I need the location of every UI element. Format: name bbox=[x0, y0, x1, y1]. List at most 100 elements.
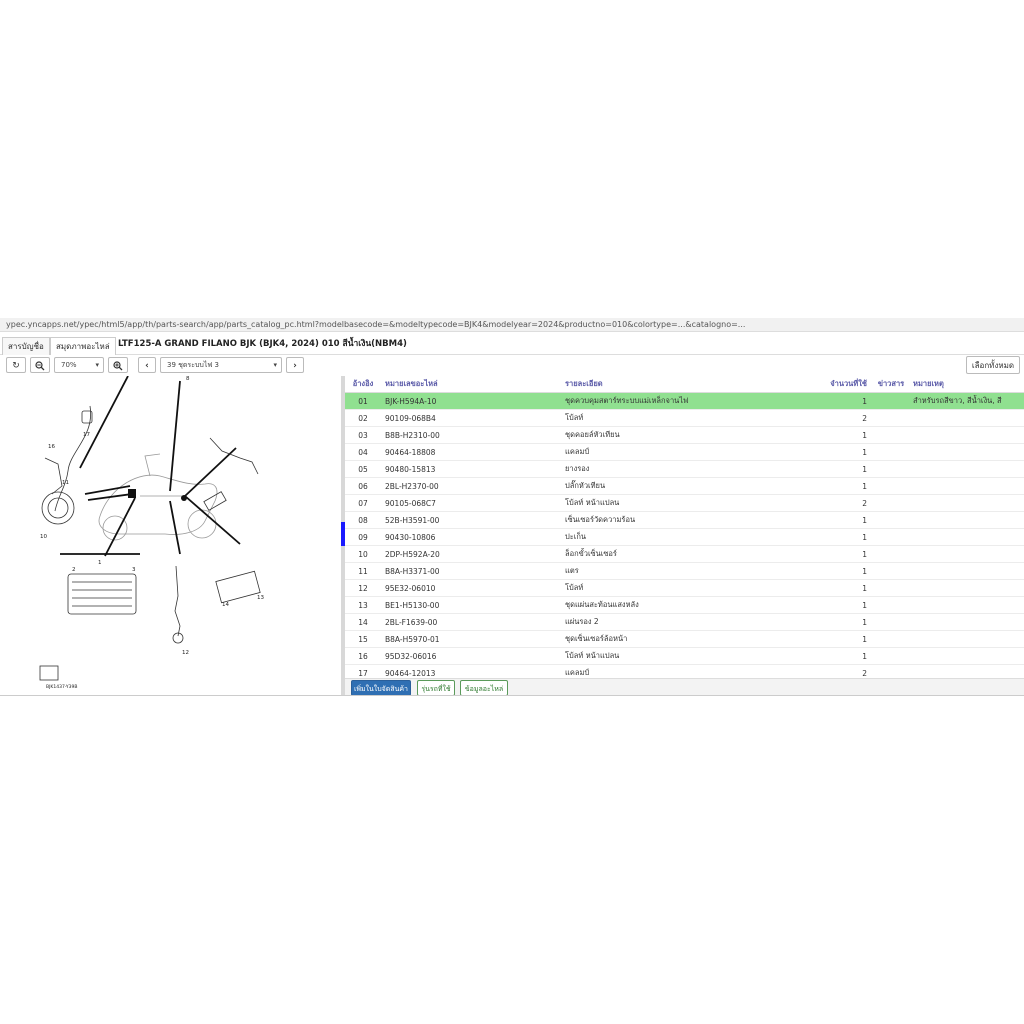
zoom-select[interactable]: 70% ▾ bbox=[54, 357, 104, 373]
cell-ref: 06 bbox=[345, 477, 381, 495]
cell-part-no: B8A-H3371-00 bbox=[381, 562, 564, 580]
cell-part-no: 2DP-H592A-20 bbox=[381, 545, 564, 563]
table-row[interactable]: 01 BJK-H594A-10 ชุดควบคุมสตาร์ทระบบแม่เหล็… bbox=[345, 392, 1024, 410]
callout-labels: 16 17 11 10 1 2 3 12 13 14 8 BJK1437-Y39… bbox=[40, 376, 264, 690]
cell-part-no: 2BL-H2370-00 bbox=[381, 477, 564, 495]
next-figure-button[interactable]: › bbox=[286, 357, 304, 373]
cell-news bbox=[871, 409, 911, 427]
cell-qty: 2 bbox=[826, 664, 871, 678]
cell-qty: 1 bbox=[826, 511, 871, 529]
table-row[interactable]: 05 90480-15813 ยางรอง 1 bbox=[345, 460, 1024, 478]
add-to-cart-label: เพิ่มในใบจัดสินค้า bbox=[353, 685, 408, 693]
add-to-cart-button[interactable]: เพิ่มในใบจัดสินค้า bbox=[351, 680, 411, 696]
cell-ref: 16 bbox=[345, 647, 381, 665]
cell-qty: 1 bbox=[826, 630, 871, 648]
toolbar: ↻ 70% ▾ ‹ 39 ชุดระบบไฟ 3 ▾ › เลือกทั้งหม… bbox=[0, 354, 1024, 376]
cell-news bbox=[871, 545, 911, 563]
cell-remark bbox=[911, 409, 1024, 427]
connector-node bbox=[128, 489, 136, 498]
cell-ref: 15 bbox=[345, 630, 381, 648]
zoom-level-value: 70% bbox=[61, 361, 77, 369]
cell-remark bbox=[911, 630, 1024, 648]
col-desc-header[interactable]: รายละเอียด bbox=[564, 376, 826, 393]
select-all-button[interactable]: เลือกทั้งหมด bbox=[966, 356, 1020, 374]
cell-news bbox=[871, 494, 911, 512]
parts-table-panel: อ้างอิง หมายเลขอะไหล่ รายละเอียด จำนวนที… bbox=[345, 376, 1024, 678]
tab-index[interactable]: สารบัญชื่อ bbox=[2, 337, 50, 355]
col-news-header[interactable]: ข่าวสาร bbox=[871, 376, 911, 393]
cell-desc: ยางรอง bbox=[564, 460, 826, 478]
table-row[interactable]: 10 2DP-H592A-20 ล็อกขั้วเซ็นเซอร์ 1 bbox=[345, 545, 1024, 563]
cell-qty: 1 bbox=[826, 392, 871, 410]
cell-desc: ชุดเซ็นเซอร์ล้อหน้า bbox=[564, 630, 826, 648]
cell-remark bbox=[911, 528, 1024, 546]
zoom-in-button[interactable] bbox=[108, 357, 128, 373]
refresh-button[interactable]: ↻ bbox=[6, 357, 26, 373]
table-row[interactable]: 03 B8B-H2310-00 ชุดคอยล์หัวเทียน 1 bbox=[345, 426, 1024, 444]
parts-diagram[interactable]: 16 17 11 10 1 2 3 12 13 14 8 BJK1437-Y39… bbox=[0, 375, 341, 696]
cell-qty: 1 bbox=[826, 426, 871, 444]
refresh-icon: ↻ bbox=[12, 361, 20, 371]
part-info-button[interactable]: ข้อมูลอะไหล่ bbox=[460, 680, 508, 696]
tab-parts-catalog[interactable]: สมุดภาพอะไหล่ bbox=[50, 337, 116, 355]
zoom-out-button[interactable] bbox=[30, 357, 50, 373]
col-remark-header[interactable]: หมายเหตุ bbox=[911, 376, 1024, 393]
cell-remark bbox=[911, 579, 1024, 597]
col-part-no-header[interactable]: หมายเลขอะไหล่ bbox=[381, 376, 564, 393]
cell-part-no: B8A-H5970-01 bbox=[381, 630, 564, 648]
cell-desc: ชุดแผ่นสะท้อนแสงหลัง bbox=[564, 596, 826, 614]
figure-select-value: 39 ชุดระบบไฟ 3 bbox=[167, 361, 219, 369]
table-row[interactable]: 09 90430-10806 ปะเก็น 1 bbox=[345, 528, 1024, 546]
table-row[interactable]: 12 95E32-06010 โบ้ลท์ 1 bbox=[345, 579, 1024, 597]
table-row[interactable]: 02 90109-068B4 โบ้ลท์ 2 bbox=[345, 409, 1024, 427]
cell-desc: ชุดคอยล์หัวเทียน bbox=[564, 426, 826, 444]
table-row[interactable]: 07 90105-068C7 โบ้ลท์ หน้าแปลน 2 bbox=[345, 494, 1024, 512]
cell-news bbox=[871, 647, 911, 665]
cell-ref: 14 bbox=[345, 613, 381, 631]
table-row[interactable]: 08 52B-H3591-00 เซ็นเซอร์วัดความร้อน 1 bbox=[345, 511, 1024, 529]
table-row[interactable]: 11 B8A-H3371-00 แตร 1 bbox=[345, 562, 1024, 580]
callout-label: 1 bbox=[98, 560, 102, 566]
cell-qty: 1 bbox=[826, 562, 871, 580]
table-header-row: อ้างอิง หมายเลขอะไหล่ รายละเอียด จำนวนที… bbox=[345, 376, 1024, 393]
cell-remark bbox=[911, 613, 1024, 631]
cell-ref: 10 bbox=[345, 545, 381, 563]
prev-figure-button[interactable]: ‹ bbox=[138, 357, 156, 373]
table-row[interactable]: 13 BE1-H5130-00 ชุดแผ่นสะท้อนแสงหลัง 1 bbox=[345, 596, 1024, 614]
figure-select[interactable]: 39 ชุดระบบไฟ 3 ▾ bbox=[160, 357, 282, 373]
part-info-label: ข้อมูลอะไหล่ bbox=[464, 685, 504, 693]
cell-desc: โบ้ลท์ bbox=[564, 409, 826, 427]
cell-remark: สำหรับรถสีขาว, สีน้ำเงิน, สี bbox=[911, 392, 1024, 410]
table-row[interactable]: 06 2BL-H2370-00 ปลั๊กหัวเทียน 1 bbox=[345, 477, 1024, 495]
table-row[interactable]: 04 90464-18808 แคลมป์ 1 bbox=[345, 443, 1024, 461]
cell-news bbox=[871, 477, 911, 495]
table-row[interactable]: 16 95D32-06016 โบ้ลท์ หน้าแปลน 1 bbox=[345, 647, 1024, 665]
cell-ref: 07 bbox=[345, 494, 381, 512]
action-bar: เพิ่มในใบจัดสินค้า รุ่นรถที่ใช้ ข้อมูลอะ… bbox=[345, 678, 1024, 696]
cell-news bbox=[871, 528, 911, 546]
cell-ref: 05 bbox=[345, 460, 381, 478]
callout-label: 2 bbox=[72, 567, 76, 573]
cell-ref: 13 bbox=[345, 596, 381, 614]
cell-part-no: 95D32-06016 bbox=[381, 647, 564, 665]
cell-qty: 1 bbox=[826, 596, 871, 614]
cell-qty: 2 bbox=[826, 494, 871, 512]
window-bottom-border bbox=[0, 695, 1024, 696]
cell-remark bbox=[911, 443, 1024, 461]
url-text: ypec.yncapps.net/ypec/html5/app/th/parts… bbox=[6, 320, 746, 329]
cell-part-no: 90105-068C7 bbox=[381, 494, 564, 512]
col-ref-header[interactable]: อ้างอิง bbox=[345, 376, 381, 393]
address-bar[interactable]: ypec.yncapps.net/ypec/html5/app/th/parts… bbox=[0, 318, 1024, 332]
part-sketches bbox=[39, 405, 261, 681]
cell-ref: 09 bbox=[345, 528, 381, 546]
table-row[interactable]: 17 90464-12013 แคลมป์ 2 bbox=[345, 664, 1024, 678]
chevron-down-icon: ▾ bbox=[95, 361, 99, 369]
where-used-button[interactable]: รุ่นรถที่ใช้ bbox=[417, 680, 455, 696]
table-row[interactable]: 14 2BL-F1639-00 แผ่นรอง 21 bbox=[345, 613, 1024, 631]
col-qty-header[interactable]: จำนวนที่ใช้ bbox=[826, 376, 871, 393]
cell-part-no: 90430-10806 bbox=[381, 528, 564, 546]
callout-label: 11 bbox=[62, 480, 69, 486]
cell-desc: ปลั๊กหัวเทียน bbox=[564, 477, 826, 495]
cell-remark bbox=[911, 664, 1024, 678]
table-row[interactable]: 15 B8A-H5970-01 ชุดเซ็นเซอร์ล้อหน้า 1 bbox=[345, 630, 1024, 648]
